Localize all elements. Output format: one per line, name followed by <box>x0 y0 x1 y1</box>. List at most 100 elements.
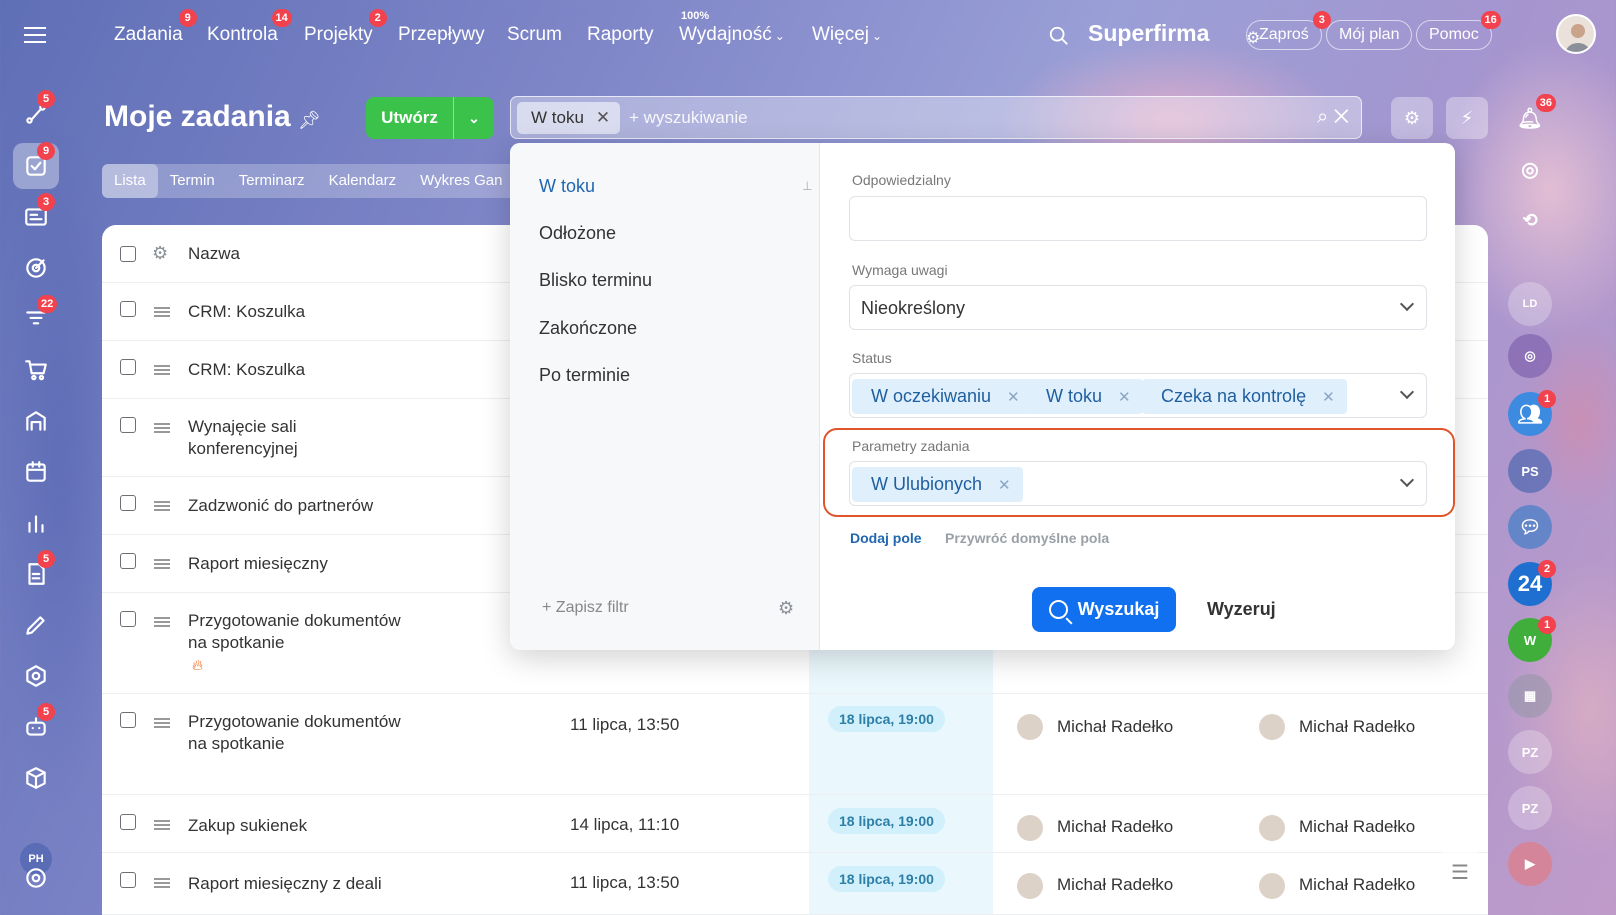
responsible-name[interactable]: Michał Radełko <box>1299 717 1415 737</box>
preset-overdue[interactable]: Po terminie <box>539 365 630 386</box>
sidebar-item-warehouse[interactable] <box>13 398 59 444</box>
close-icon[interactable]: ✕ <box>1007 389 1020 406</box>
bitrix24-button[interactable]: 24 2 <box>1508 560 1556 606</box>
row-checkbox[interactable] <box>120 301 136 317</box>
gear-icon[interactable]: ⚙ <box>778 598 794 619</box>
params-chip[interactable]: W Ulubionych ✕ <box>852 467 1023 502</box>
add-field-link[interactable]: Dodaj pole <box>850 530 922 546</box>
contact-pz-2[interactable]: PZ <box>1508 786 1552 830</box>
contact-w[interactable]: W1 <box>1508 616 1556 662</box>
create-button[interactable]: Utwórz ⌄ <box>366 97 494 139</box>
select-all-checkbox[interactable] <box>120 246 136 262</box>
responsible-name[interactable]: Michał Radełko <box>1299 875 1415 895</box>
row-checkbox[interactable] <box>120 553 136 569</box>
sidebar-item-documents[interactable]: 5 <box>13 550 59 597</box>
notifications-button[interactable]: 🔔︎ 36 <box>1508 94 1556 140</box>
nav-item-more[interactable]: Więcej ⌄ <box>812 24 882 46</box>
nav-item-efficiency[interactable]: 100% Wydajność ⌄ <box>679 10 785 46</box>
automation-button[interactable]: ⚡︎ <box>1446 97 1488 139</box>
close-icon[interactable]: ✕ <box>1322 389 1335 406</box>
responsible-field[interactable] <box>849 196 1427 241</box>
company-name[interactable]: Superfirma <box>1088 20 1209 47</box>
attention-select[interactable]: Nieokreślony <box>849 285 1427 330</box>
column-header-name[interactable]: Nazwa <box>188 243 508 265</box>
row-checkbox[interactable] <box>120 417 136 433</box>
nav-item-flows[interactable]: Przepływy <box>398 24 485 46</box>
clear-icon[interactable]: ✕ <box>1334 106 1349 128</box>
sidebar-item-settings[interactable] <box>13 855 59 901</box>
contact-avatar[interactable]: ◎ <box>1508 334 1552 378</box>
contact-ps[interactable]: PS <box>1508 449 1552 493</box>
drag-handle-icon[interactable] <box>154 501 170 511</box>
task-name[interactable]: Zakup sukienek <box>188 815 508 837</box>
sidebar-item-sign[interactable] <box>13 602 59 648</box>
preset-completed[interactable]: Zakończone <box>539 318 637 339</box>
creator-name[interactable]: Michał Radełko <box>1057 817 1173 837</box>
drag-handle-icon[interactable] <box>154 559 170 569</box>
sidebar-item-shop[interactable] <box>13 347 59 393</box>
chevron-down-icon[interactable]: ⌄ <box>454 110 494 127</box>
drag-handle-icon[interactable] <box>154 423 170 433</box>
task-name[interactable]: Wynajęcie sali konferencyjnej <box>188 416 328 460</box>
nav-item-scrum[interactable]: Scrum <box>507 24 562 46</box>
search-input[interactable]: + wyszukiwanie <box>629 108 748 128</box>
tab-gantt[interactable]: Wykres Gan <box>408 164 514 198</box>
deadline-badge[interactable]: 18 lipca, 19:00 <box>828 808 945 834</box>
sidebar-item-automation[interactable] <box>13 653 59 699</box>
nav-item-reports[interactable]: Raporty <box>587 24 654 46</box>
tab-deadline[interactable]: Termin <box>158 164 227 198</box>
sidebar-item-market[interactable] <box>13 755 59 801</box>
chevron-down-icon[interactable] <box>1399 296 1415 312</box>
status-chip[interactable]: W toku ✕ <box>1027 379 1143 414</box>
reset-button[interactable]: Wyzeruj <box>1207 599 1276 620</box>
video-call-button[interactable]: ▶ <box>1508 842 1552 886</box>
sidebar-item-tasks[interactable]: 9 <box>13 142 59 189</box>
table-row[interactable]: Przygotowanie dokumentów na spotkanie 11… <box>102 694 1488 795</box>
task-name[interactable]: CRM: Koszulka <box>188 359 508 381</box>
row-checkbox[interactable] <box>120 611 136 627</box>
settings-button[interactable]: ⚙ <box>1391 97 1433 139</box>
task-name[interactable]: Przygotowanie dokumentów na spotkanie <box>188 711 408 755</box>
sidebar-item-goals[interactable] <box>13 245 59 291</box>
status-chip[interactable]: Czeka na kontrolę ✕ <box>1142 379 1347 414</box>
pin-icon[interactable]: 📌︎ <box>298 110 321 131</box>
open-channels[interactable]: 💬︎ <box>1508 505 1552 549</box>
preset-deferred[interactable]: Odłożone <box>539 223 616 244</box>
task-name[interactable]: Raport miesięczny z deali <box>188 873 508 895</box>
nav-item-projects[interactable]: Projekty 2 <box>304 9 387 46</box>
sidebar-item-robots[interactable]: 5 <box>13 703 59 750</box>
drag-handle-icon[interactable] <box>154 820 170 830</box>
close-icon[interactable]: ✕ <box>596 108 610 127</box>
save-filter-button[interactable]: + Zapisz filtr <box>542 599 629 617</box>
tab-list[interactable]: Lista <box>102 164 158 198</box>
table-row[interactable]: Zakup sukienek 14 lipca, 11:10 18 lipca,… <box>102 795 1488 853</box>
nav-item-control[interactable]: Kontrola 14 <box>207 9 292 46</box>
row-checkbox[interactable] <box>120 872 136 888</box>
search-bar[interactable]: W toku ✕ + wyszukiwanie ⌕ ✕ <box>510 96 1362 139</box>
responsible-name[interactable]: Michał Radełko <box>1299 817 1415 837</box>
drag-handle-icon[interactable] <box>154 307 170 317</box>
task-name[interactable]: Zadzwonić do partnerów <box>188 495 508 517</box>
my-plan-button[interactable]: Mój plan <box>1326 20 1413 50</box>
contact-pz[interactable]: PZ <box>1508 730 1552 774</box>
sidebar-item-calendar[interactable] <box>13 449 59 495</box>
drag-handle-icon[interactable] <box>154 365 170 375</box>
sidebar-item-funnel[interactable]: 22 <box>13 295 59 342</box>
search-icon[interactable]: ⌕ <box>1317 106 1328 128</box>
invite-button[interactable]: Zaproś 3 <box>1246 11 1331 50</box>
row-checkbox[interactable] <box>120 495 136 511</box>
deadline-badge[interactable]: 18 lipca, 19:00 <box>828 866 945 892</box>
search-icon[interactable] <box>1048 25 1070 47</box>
pin-icon[interactable]: ⊥ <box>802 179 812 193</box>
chevron-down-icon[interactable] <box>1399 472 1415 488</box>
nav-item-tasks[interactable]: Zadania 9 <box>114 9 197 46</box>
copilot-button[interactable]: ◎ <box>1508 147 1552 191</box>
gear-icon[interactable]: ⚙ <box>152 243 168 264</box>
close-icon[interactable]: ✕ <box>998 477 1011 494</box>
task-name[interactable]: Przygotowanie dokumentów na spotkanie <box>188 610 408 654</box>
search-button[interactable]: Wyszukaj <box>1032 587 1176 632</box>
task-name[interactable]: Raport miesięczny <box>188 553 508 575</box>
close-icon[interactable]: ✕ <box>1118 389 1131 406</box>
tab-calendar[interactable]: Kalendarz <box>317 164 409 198</box>
chevron-down-icon[interactable] <box>1399 384 1415 400</box>
